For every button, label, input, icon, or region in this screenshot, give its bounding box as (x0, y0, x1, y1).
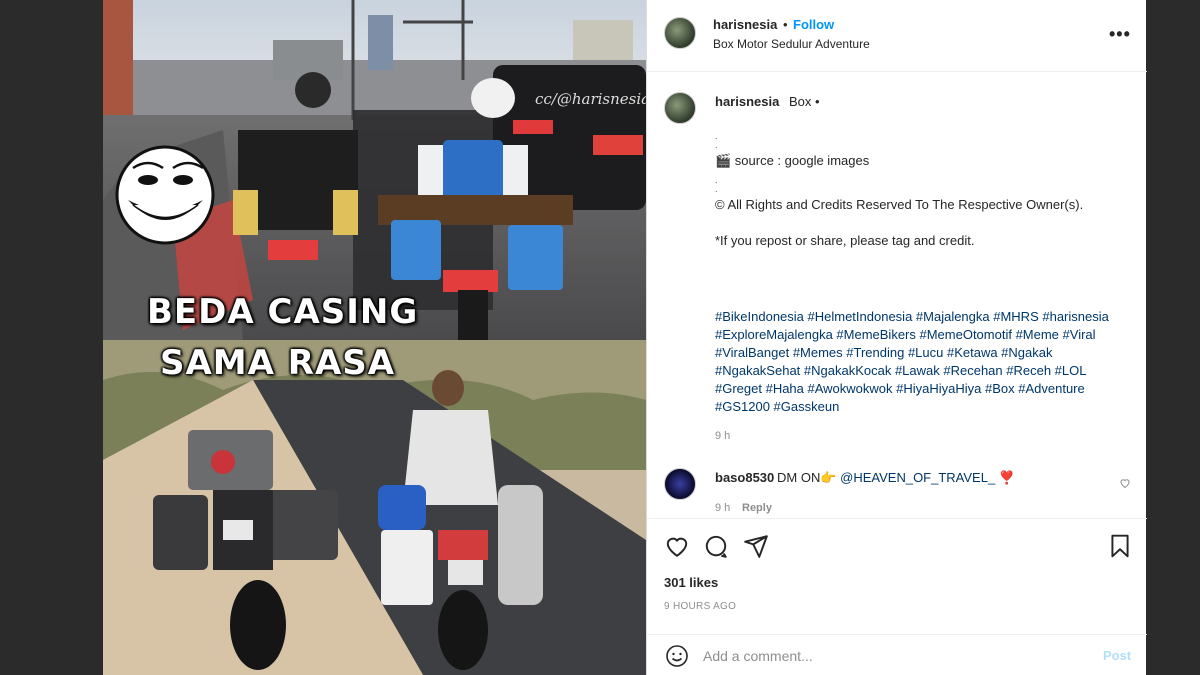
comment-text: DM ON👉 @HEAVEN_OF_TRAVEL_ ❣️ (777, 470, 1015, 486)
header-separator: • (783, 17, 788, 32)
caption-dot: . (715, 131, 718, 141)
meme-caption-line-1: BEDA CASING (147, 292, 419, 332)
comment-like-icon[interactable] (1119, 477, 1131, 492)
caption-time: 9 h (715, 430, 731, 442)
post-timestamp: 9 HOURS AGO (664, 601, 737, 612)
header-username[interactable]: harisnesia (713, 17, 777, 32)
post-comment-button[interactable]: Post (1103, 648, 1131, 663)
emoji-icon[interactable] (665, 644, 689, 668)
comment-username[interactable]: baso8530 (715, 470, 774, 485)
caption-body: . . 🎬 source : google images . . © All R… (715, 128, 1135, 250)
caption-dot: . (715, 184, 718, 194)
desert-scene (103, 340, 646, 675)
action-bar: 301 likes 9 HOURS AGO (647, 518, 1147, 638)
caption-dot: . (715, 175, 718, 185)
location-link[interactable]: Box Motor Sedulur Adventure (713, 37, 870, 51)
add-comment-bar: Post (647, 634, 1147, 675)
comment-body: DM ON👉 (777, 470, 837, 485)
photo-top-panel (103, 0, 646, 340)
photo-watermark: cc/@harisnesia (535, 90, 646, 108)
comment-emoji: ❣️ (998, 470, 1015, 485)
traffic-scene (103, 0, 646, 340)
commenter-avatar[interactable] (664, 468, 696, 500)
post-header: harisnesia • Follow Box Motor Sedulur Ad… (647, 0, 1147, 72)
follow-button[interactable]: Follow (793, 17, 834, 32)
caption-username[interactable]: harisnesia (715, 94, 779, 109)
bookmark-icon[interactable] (1107, 533, 1133, 559)
meme-caption-line-2: SAMA RASA (160, 343, 396, 383)
post-details-panel: harisnesia • Follow Box Motor Sedulur Ad… (646, 0, 1147, 675)
heart-icon[interactable] (664, 533, 690, 559)
caption-scroll-area[interactable]: harisnesia Box • . . 🎬 source : google i… (647, 72, 1147, 518)
comment-mention[interactable]: @HEAVEN_OF_TRAVEL_ (840, 470, 995, 485)
caption-suffix: Box • (789, 94, 820, 109)
likes-count[interactable]: 301 likes (664, 575, 718, 590)
share-icon[interactable] (743, 533, 769, 559)
troll-face-icon (115, 145, 215, 245)
backdrop-left (0, 0, 103, 675)
post-image[interactable]: cc/@harisnesia BEDA CASING SAMA RASA (103, 0, 646, 675)
more-options-icon[interactable]: ••• (1109, 24, 1131, 45)
caption-rights: © All Rights and Credits Reserved To The… (715, 197, 1084, 212)
comment-input[interactable] (703, 644, 1093, 668)
comment-time: 9 h (715, 502, 731, 514)
caption-repost-note: *If you repost or share, please tag and … (715, 233, 975, 248)
comment-icon[interactable] (703, 533, 729, 559)
caption-source: 🎬 source : google images (715, 153, 870, 168)
reply-button[interactable]: Reply (742, 502, 772, 514)
backdrop-right (1146, 0, 1200, 675)
avatar[interactable] (664, 17, 696, 49)
photo-bottom-panel (103, 340, 646, 675)
caption-dot: . (715, 140, 718, 150)
caption-hashtags[interactable]: #BikeIndonesia #HelmetIndonesia #Majalen… (715, 308, 1135, 416)
caption-avatar[interactable] (664, 92, 696, 124)
